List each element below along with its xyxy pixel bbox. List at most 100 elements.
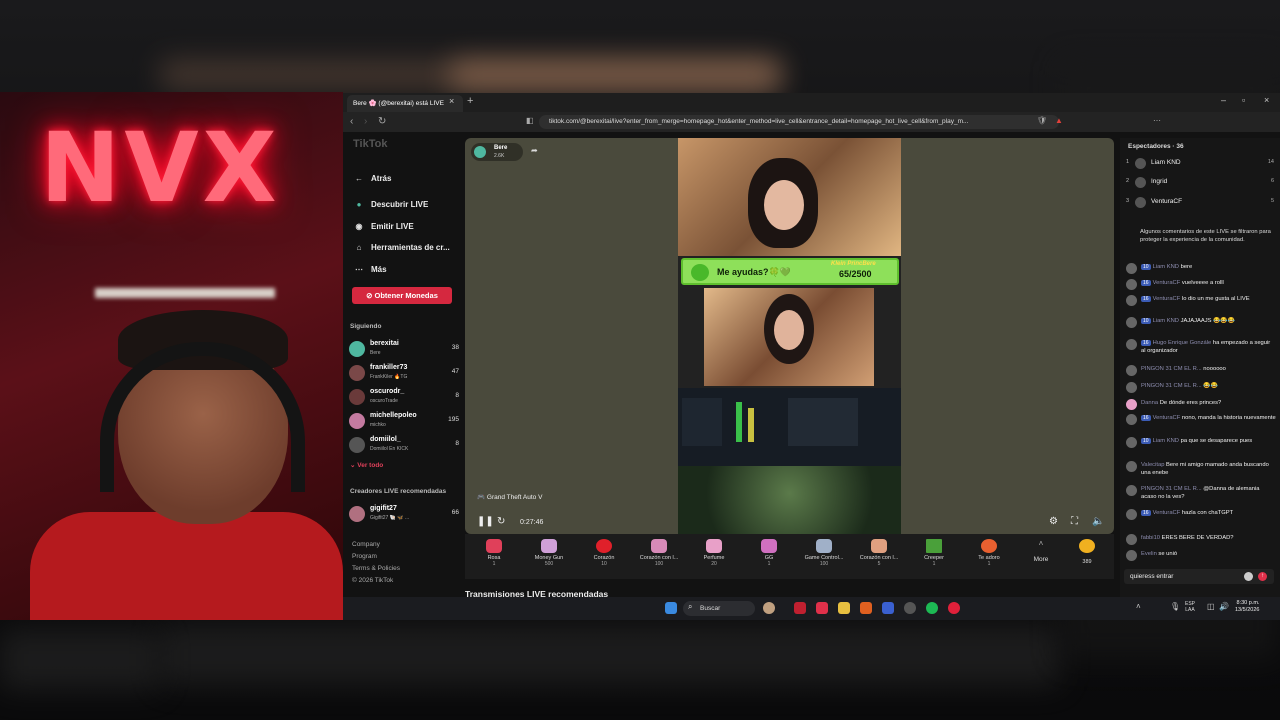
brave-icon[interactable] bbox=[860, 602, 872, 614]
more-gifts-button[interactable]: ˄ More bbox=[1017, 537, 1065, 577]
maximize-icon[interactable]: ▫ bbox=[1242, 95, 1245, 105]
audio-meter bbox=[736, 402, 742, 442]
avatar bbox=[1126, 550, 1137, 561]
send-icon[interactable]: ↑ bbox=[1258, 572, 1267, 581]
clock[interactable]: 8:30 p.m. 13/5/2026 bbox=[1235, 600, 1259, 614]
gift-item[interactable]: Corazón 10 bbox=[580, 537, 628, 577]
money-gun-icon bbox=[541, 539, 557, 553]
settings-icon[interactable]: ⚙ bbox=[1049, 516, 1058, 527]
opera-icon[interactable] bbox=[948, 602, 960, 614]
more-icon: ⋯ bbox=[355, 265, 363, 274]
gift-item[interactable]: Corazón con l... 5 bbox=[855, 537, 903, 577]
video-feed: Me ayudas?🍀💚 Klein PrincBere 65/2500 bbox=[678, 138, 901, 534]
gift-item[interactable]: Te adoro 1 bbox=[965, 537, 1013, 577]
nav-go-live[interactable]: ◉ Emitir LIVE bbox=[353, 222, 414, 231]
discord-icon[interactable] bbox=[882, 602, 894, 614]
language-indicator[interactable]: ESP LAA bbox=[1185, 601, 1195, 613]
heart-hands-icon bbox=[871, 539, 887, 553]
video-cam-frame bbox=[704, 288, 874, 386]
emoji-icon[interactable] bbox=[1244, 572, 1253, 581]
avatar bbox=[349, 365, 365, 381]
windows-start-icon[interactable] bbox=[665, 602, 677, 614]
chevron-up-icon[interactable]: ˄ bbox=[1136, 602, 1141, 611]
coin-icon bbox=[1079, 539, 1095, 553]
gift-item[interactable]: Game Control... 100 bbox=[800, 537, 848, 577]
gift-item[interactable]: Creeper 1 bbox=[910, 537, 958, 577]
gift-item[interactable]: Rosa 1 bbox=[470, 537, 518, 577]
minimize-icon[interactable]: – bbox=[1221, 95, 1226, 105]
footer-link[interactable]: Company bbox=[352, 541, 380, 548]
creator-item[interactable]: gigifit27 Gigifit27 🐚 🦋 ... 66 bbox=[349, 504, 461, 524]
tiktok-logo[interactable]: TikTok bbox=[353, 138, 387, 150]
wifi-icon[interactable]: ◫ bbox=[1207, 602, 1215, 611]
new-tab-icon[interactable]: + bbox=[467, 95, 473, 107]
nav-more[interactable]: ⋯ Más bbox=[353, 265, 387, 274]
app-icon[interactable] bbox=[816, 602, 828, 614]
live-player[interactable]: Bere 2.6K ➦ Me ayudas?🍀💚 Klein PrincBere… bbox=[465, 138, 1114, 534]
back-icon[interactable]: ‹ bbox=[350, 116, 353, 127]
widget-icon[interactable] bbox=[763, 602, 775, 614]
game-controller-icon bbox=[816, 539, 832, 553]
nav-discover-live[interactable]: ● Descubrir LIVE bbox=[353, 200, 429, 209]
following-item[interactable]: oscurodr_ oscuroTrade 8 bbox=[349, 387, 461, 407]
viewer-row[interactable]: 1 Liam KND 14 bbox=[1126, 157, 1274, 171]
footer-link[interactable]: Terms & Policies bbox=[352, 565, 400, 572]
avatar bbox=[1135, 177, 1146, 188]
avatar bbox=[1126, 365, 1137, 376]
coin-balance[interactable]: 389 bbox=[1063, 537, 1111, 577]
avatar bbox=[474, 146, 486, 158]
volume-icon[interactable]: 🔊 bbox=[1219, 602, 1229, 611]
get-coins-button[interactable]: ⊘ Obtener Monedas bbox=[352, 287, 452, 304]
avatar bbox=[1126, 279, 1137, 290]
brave-rewards-icon[interactable]: ▲ bbox=[1055, 116, 1063, 125]
te-adoro-icon bbox=[981, 539, 997, 553]
obs-panel bbox=[682, 398, 722, 446]
bookmark-icon[interactable]: ◧ bbox=[526, 116, 534, 125]
extensions-icon[interactable]: ⋯ bbox=[1153, 116, 1161, 125]
viewer-row[interactable]: 2 Ingrid 6 bbox=[1126, 176, 1274, 190]
game-tag[interactable]: 🎮 Grand Theft Auto V bbox=[477, 493, 542, 501]
youtube-icon[interactable] bbox=[794, 602, 806, 614]
following-item[interactable]: michellepoleo michko 195 bbox=[349, 411, 461, 431]
footer-link[interactable]: Program bbox=[352, 553, 377, 560]
address-bar: ‹ › ↻ ◧ tiktok.com/@berexitai/live?enter… bbox=[343, 112, 1280, 132]
url-field[interactable]: tiktok.com/@berexitai/live?enter_from_me… bbox=[539, 115, 1059, 129]
back-link[interactable]: ← Atrás bbox=[353, 174, 391, 183]
microphone-icon[interactable]: 🎙 bbox=[1170, 602, 1180, 611]
arrow-left-icon: ← bbox=[355, 174, 363, 183]
forward-icon[interactable]: › bbox=[364, 116, 367, 127]
streamer-face bbox=[764, 180, 804, 230]
avatar bbox=[1126, 295, 1137, 306]
tab-tiktok-live[interactable]: Bere 🌸 (@berexitai) está LIVE bbox=[347, 95, 463, 112]
viewer-row[interactable]: 3 VenturaCF 5 bbox=[1126, 196, 1274, 210]
volume-icon[interactable]: 🔈 bbox=[1092, 516, 1104, 527]
pause-icon[interactable]: ❚❚ bbox=[477, 516, 494, 527]
share-icon[interactable]: ➦ bbox=[531, 146, 538, 155]
nav-creator-tools[interactable]: ⌂ Herramientas de cr... bbox=[353, 243, 450, 252]
gift-item[interactable]: Corazón con l... 100 bbox=[635, 537, 683, 577]
brave-shield-icon[interactable]: 🛡 bbox=[1037, 116, 1047, 125]
window-close-icon[interactable]: × bbox=[1264, 95, 1269, 105]
tab-close-icon[interactable]: × bbox=[449, 96, 454, 106]
gift-item[interactable]: Money Gun 500 bbox=[525, 537, 573, 577]
reload-icon[interactable]: ↻ bbox=[378, 116, 386, 127]
refresh-icon[interactable]: ↻ bbox=[497, 516, 505, 527]
ring-light bbox=[95, 288, 275, 298]
following-item[interactable]: berexitai Bere 38 bbox=[349, 339, 461, 359]
spotify-icon[interactable] bbox=[926, 602, 938, 614]
tab-bar: Bere 🌸 (@berexitai) está LIVE × + – ▫ × bbox=[343, 93, 1280, 112]
gift-item[interactable]: GG 1 bbox=[745, 537, 793, 577]
taskbar-search[interactable]: Buscar bbox=[683, 601, 755, 616]
following-item[interactable]: frankiller73 FrankKiler 🔥TG 47 bbox=[349, 363, 461, 383]
see-all-link[interactable]: ⌄ Ver todo bbox=[350, 461, 383, 469]
heart-icon bbox=[596, 539, 612, 553]
gift-item[interactable]: Perfume 20 bbox=[690, 537, 738, 577]
file-explorer-icon[interactable] bbox=[838, 602, 850, 614]
obs-icon[interactable] bbox=[904, 602, 916, 614]
following-item[interactable]: domiilol_ Domiilol En KICK 8 bbox=[349, 435, 461, 455]
streamer-badge[interactable]: Bere 2.6K bbox=[471, 143, 523, 161]
fullscreen-icon[interactable]: ⛶ bbox=[1071, 516, 1078, 527]
live-dot-icon: ● bbox=[356, 200, 362, 209]
audio-meter bbox=[748, 408, 754, 442]
coin-icon: ⊘ bbox=[366, 291, 375, 300]
